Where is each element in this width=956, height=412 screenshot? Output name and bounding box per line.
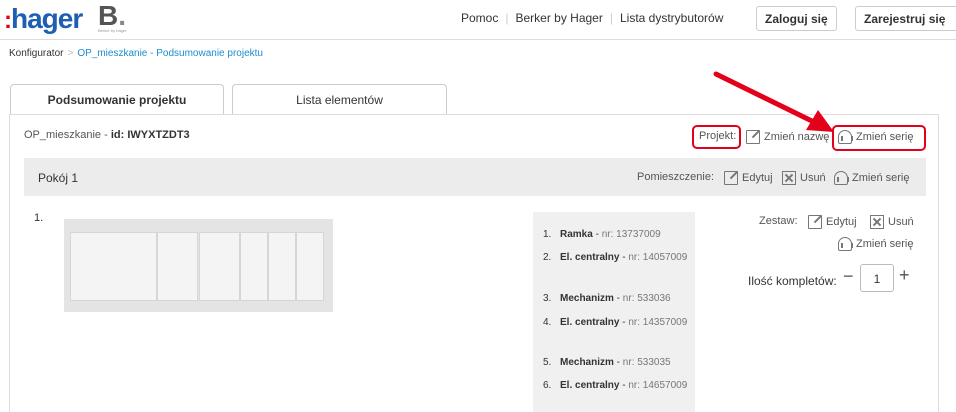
annotation-arrow xyxy=(713,71,834,132)
